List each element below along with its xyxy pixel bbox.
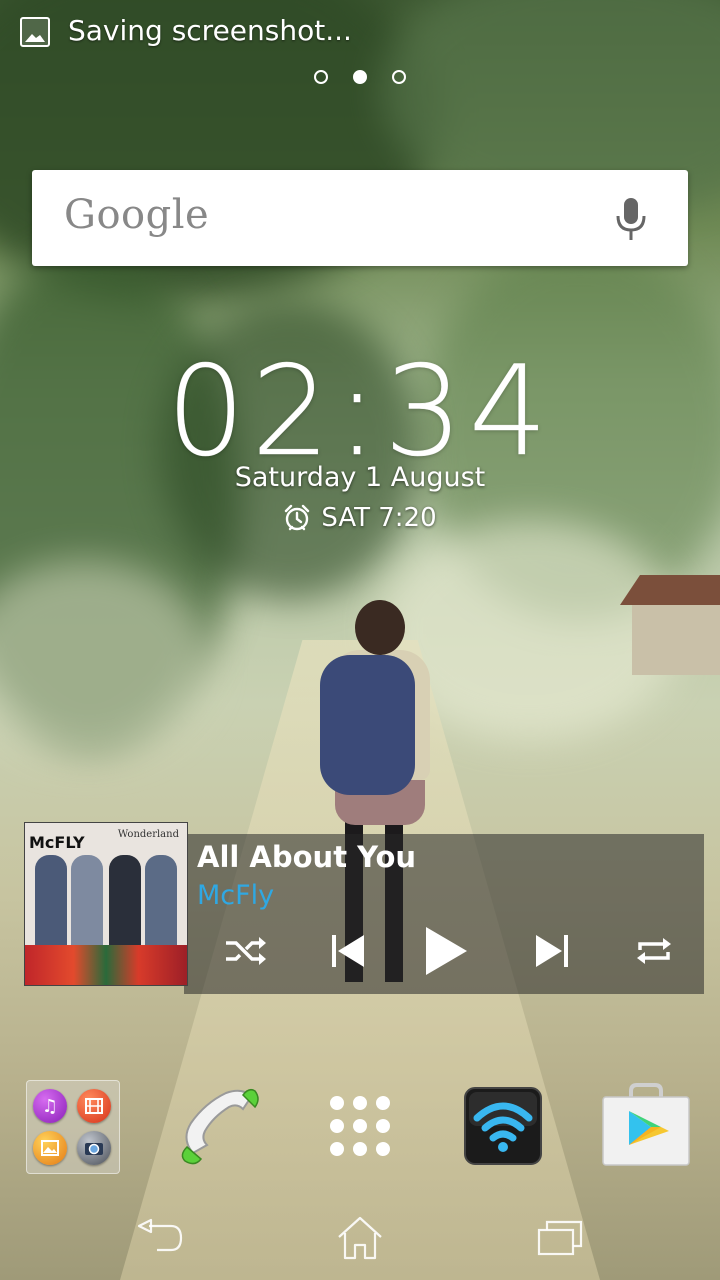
app-drawer-button[interactable]: [312, 1078, 408, 1174]
repeat-button[interactable]: [628, 926, 680, 976]
wifi-icon: [464, 1087, 542, 1165]
repeat-icon: [637, 938, 671, 964]
back-icon: [137, 1218, 183, 1252]
track-artist[interactable]: McFly: [197, 880, 274, 911]
play-store-app[interactable]: [598, 1078, 694, 1174]
recents-icon: [537, 1220, 583, 1256]
google-search-bar[interactable]: Google: [32, 170, 688, 266]
next-alarm[interactable]: SAT 7:20: [0, 503, 720, 533]
track-title[interactable]: All About You: [197, 840, 416, 874]
navigation-bar: [0, 1196, 720, 1280]
google-logo: Google: [64, 192, 210, 238]
home-icon: [338, 1216, 382, 1260]
album-subtitle: Wonderland: [117, 829, 179, 840]
shuffle-icon: [226, 937, 266, 965]
page-indicator: [0, 70, 720, 84]
recents-button[interactable]: [520, 1208, 600, 1268]
shuffle-button[interactable]: [220, 926, 272, 976]
apps-drawer-icon: [330, 1096, 390, 1156]
play-icon: [426, 927, 467, 975]
status-bar: Saving screenshot...: [0, 0, 720, 64]
camera-icon: [77, 1131, 111, 1165]
skip-previous-icon: [332, 935, 364, 967]
previous-button[interactable]: [324, 926, 372, 976]
wifi-app[interactable]: [455, 1078, 551, 1174]
phone-icon: [181, 1088, 259, 1165]
album-icon: [33, 1131, 67, 1165]
dock: ♫: [0, 1078, 720, 1178]
clock-date: Saturday 1 August: [234, 462, 486, 493]
alarm-clock-icon: [285, 504, 310, 531]
page-dot-active: [353, 70, 367, 84]
next-button[interactable]: [528, 926, 576, 976]
music-player-widget: McFLY Wonderland All About You McFly: [24, 822, 704, 994]
back-button[interactable]: [120, 1208, 200, 1268]
alarm-text: SAT 7:20: [321, 503, 437, 533]
page-dot: [392, 70, 406, 84]
music-icon: ♫: [33, 1089, 67, 1123]
album-band-text: McFLY: [29, 833, 85, 852]
skip-next-icon: [536, 935, 568, 967]
screenshot-icon: [20, 17, 50, 47]
phone-app[interactable]: [168, 1078, 264, 1174]
media-folder[interactable]: ♫: [26, 1080, 120, 1174]
microphone-icon[interactable]: [614, 196, 648, 242]
page-dot: [314, 70, 328, 84]
home-button[interactable]: [320, 1208, 400, 1268]
album-art[interactable]: McFLY Wonderland: [24, 822, 188, 986]
status-notification-text: Saving screenshot...: [68, 14, 352, 47]
play-button[interactable]: [420, 926, 472, 976]
play-store-icon: [602, 1083, 690, 1166]
movies-icon: [77, 1089, 111, 1123]
